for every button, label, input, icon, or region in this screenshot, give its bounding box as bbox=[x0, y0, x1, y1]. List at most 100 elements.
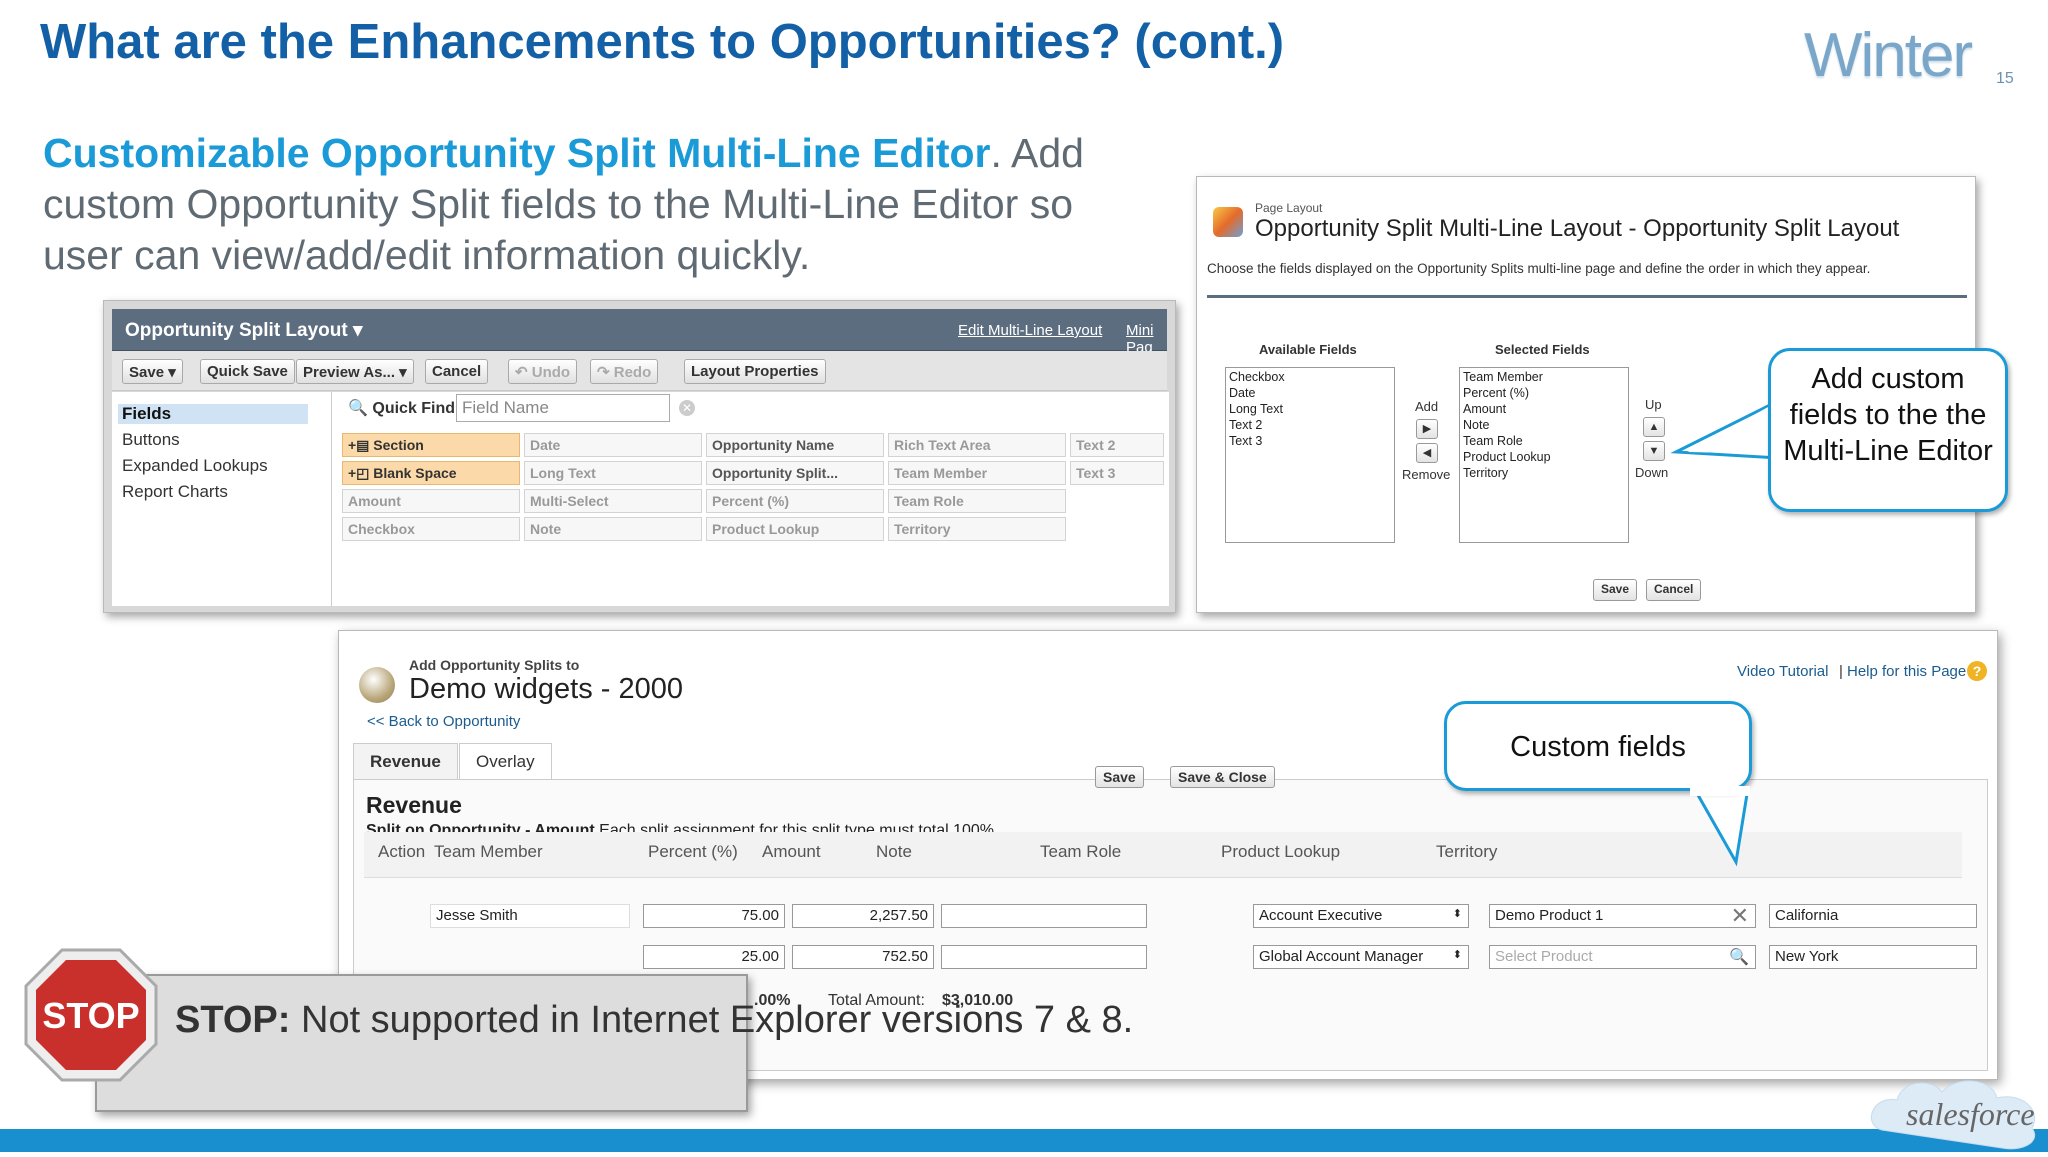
list-item[interactable]: Amount bbox=[1463, 401, 1625, 417]
palette-field[interactable]: Note bbox=[524, 517, 702, 541]
list-item[interactable]: Note bbox=[1463, 417, 1625, 433]
add-arrow-icon[interactable]: ▶ bbox=[1416, 419, 1438, 439]
list-item[interactable]: Text 2 bbox=[1229, 417, 1391, 433]
palette-field[interactable]: Product Lookup bbox=[706, 517, 884, 541]
tab-overlay[interactable]: Overlay bbox=[459, 743, 552, 779]
save-button[interactable]: Save ▾ bbox=[122, 359, 183, 384]
video-tutorial-link[interactable]: Video Tutorial bbox=[1737, 663, 1828, 680]
select-arrow-icon: ⬍ bbox=[1452, 908, 1462, 920]
page-label: Page Layout bbox=[1255, 201, 1323, 215]
team-role-select[interactable]: Account Executive ⬍ bbox=[1253, 904, 1469, 928]
footer-bar bbox=[0, 1129, 2048, 1152]
team-member-field[interactable]: Jesse Smith bbox=[430, 904, 630, 928]
list-item[interactable]: Team Role bbox=[1463, 433, 1625, 449]
column-header: Percent (%) bbox=[648, 842, 738, 861]
custom-fields-callout: Custom fields bbox=[1444, 701, 1752, 791]
down-arrow-icon[interactable]: ▼ bbox=[1643, 441, 1665, 461]
clear-icon[interactable]: ✕ bbox=[1731, 905, 1749, 927]
product-lookup-field[interactable]: Select Product 🔍 bbox=[1489, 945, 1756, 969]
available-fields-list[interactable]: Checkbox Date Long Text Text 2 Text 3 bbox=[1225, 367, 1395, 543]
edit-multiline-link[interactable]: Edit Multi-Line Layout bbox=[958, 322, 1102, 339]
sidebar-item-expanded-lookups[interactable]: Expanded Lookups bbox=[122, 456, 268, 476]
list-item[interactable]: Team Member bbox=[1463, 369, 1625, 385]
percent-field[interactable]: 75.00 bbox=[643, 904, 785, 928]
list-item[interactable]: Long Text bbox=[1229, 401, 1391, 417]
search-icon[interactable]: 🔍 bbox=[1729, 947, 1749, 967]
territory-field[interactable]: New York bbox=[1769, 945, 1977, 969]
list-item[interactable]: Text 3 bbox=[1229, 433, 1391, 449]
select-arrow-icon: ⬍ bbox=[1452, 949, 1462, 961]
help-icon[interactable]: ? bbox=[1967, 661, 1987, 681]
save-close-button[interactable]: Save & Close bbox=[1170, 766, 1275, 788]
intro-highlight: Customizable Opportunity Split Multi-Lin… bbox=[43, 130, 991, 176]
dialog-save-button[interactable]: Save bbox=[1593, 579, 1638, 601]
list-item[interactable]: Date bbox=[1229, 385, 1391, 401]
layout-properties-button[interactable]: Layout Properties bbox=[684, 359, 826, 384]
palette-field[interactable]: +◰ Blank Space bbox=[342, 461, 520, 485]
undo-button[interactable]: ↶ Undo bbox=[508, 359, 578, 384]
quick-find-input[interactable]: Field Name bbox=[456, 394, 670, 422]
add-custom-fields-callout: Add custom fields to the the Multi-Line … bbox=[1768, 348, 2008, 512]
sidebar-item-report-charts[interactable]: Report Charts bbox=[122, 482, 228, 502]
amount-field[interactable]: 752.50 bbox=[792, 945, 934, 969]
cancel-button[interactable]: Cancel bbox=[425, 359, 489, 384]
list-item[interactable]: Territory bbox=[1463, 465, 1625, 481]
redo-button[interactable]: ↷ Redo bbox=[590, 359, 659, 384]
palette-field[interactable]: Text 2 bbox=[1070, 433, 1164, 457]
down-label: Down bbox=[1635, 465, 1669, 480]
page-layout-icon bbox=[1213, 207, 1243, 237]
palette-field[interactable]: Text 3 bbox=[1070, 461, 1164, 485]
layout-toolbar: Save ▾ Quick Save Preview As... ▾ Cancel… bbox=[112, 351, 1167, 391]
amount-field[interactable]: 2,257.50 bbox=[792, 904, 934, 928]
back-to-opportunity-link[interactable]: << Back to Opportunity bbox=[367, 713, 520, 730]
palette-field[interactable]: Percent (%) bbox=[706, 489, 884, 513]
layout-editor-screenshot: Opportunity Split Layout ▾ Edit Multi-Li… bbox=[103, 300, 1176, 613]
percent-field[interactable]: 25.00 bbox=[643, 945, 785, 969]
palette-field[interactable]: Multi-Select bbox=[524, 489, 702, 513]
palette-field[interactable]: Team Role bbox=[888, 489, 1066, 513]
note-field[interactable] bbox=[941, 904, 1147, 928]
palette-field[interactable]: Opportunity Split... bbox=[706, 461, 884, 485]
list-item[interactable]: Product Lookup bbox=[1463, 449, 1625, 465]
intro-text: Customizable Opportunity Split Multi-Lin… bbox=[43, 128, 1153, 281]
tab-revenue[interactable]: Revenue bbox=[353, 743, 458, 779]
palette-field[interactable]: Opportunity Name bbox=[706, 433, 884, 457]
list-item[interactable]: Checkbox bbox=[1229, 369, 1391, 385]
palette-field[interactable]: Checkbox bbox=[342, 517, 520, 541]
palette-field[interactable]: Long Text bbox=[524, 461, 702, 485]
splits-save-button[interactable]: Save bbox=[1095, 766, 1144, 788]
clear-icon[interactable]: ✕ bbox=[679, 400, 695, 416]
palette-field[interactable]: Territory bbox=[888, 517, 1066, 541]
stop-message: STOP: Not supported in Internet Explorer… bbox=[175, 999, 1134, 1041]
field-palette: 🔍 Quick Find Field Name ✕ +▤ Section +◰ … bbox=[342, 392, 1169, 606]
product-lookup-field[interactable]: Demo Product 1 ✕ bbox=[1489, 904, 1756, 928]
palette-field[interactable]: Date bbox=[524, 433, 702, 457]
note-field[interactable] bbox=[941, 945, 1147, 969]
palette-field[interactable]: Amount bbox=[342, 489, 520, 513]
remove-arrow-icon[interactable]: ◀ bbox=[1416, 443, 1438, 463]
selected-fields-label: Selected Fields bbox=[1495, 342, 1590, 357]
layout-title[interactable]: Opportunity Split Layout ▾ bbox=[125, 319, 363, 342]
up-arrow-icon[interactable]: ▲ bbox=[1643, 417, 1665, 437]
palette-field[interactable]: Rich Text Area bbox=[888, 433, 1066, 457]
selected-fields-list[interactable]: Team Member Percent (%) Amount Note Team… bbox=[1459, 367, 1629, 543]
sidebar-item-buttons[interactable]: Buttons bbox=[122, 430, 180, 450]
salesforce-logo: salesforce bbox=[1862, 1070, 2048, 1152]
help-page-link[interactable]: Help for this Page bbox=[1847, 663, 1966, 680]
column-header: Action bbox=[378, 842, 426, 861]
column-header: Team Member bbox=[434, 842, 543, 861]
palette-field[interactable]: Team Member bbox=[888, 461, 1066, 485]
column-header: Note bbox=[876, 842, 912, 861]
team-role-select[interactable]: Global Account Manager ⬍ bbox=[1253, 945, 1469, 969]
column-header: Team Role bbox=[1040, 842, 1122, 861]
sidebar-item-fields[interactable]: Fields bbox=[118, 404, 308, 424]
territory-field[interactable]: California bbox=[1769, 904, 1977, 928]
palette-sidebar: Fields Buttons Expanded Lookups Report C… bbox=[112, 392, 332, 606]
list-item[interactable]: Percent (%) bbox=[1463, 385, 1625, 401]
palette-field[interactable]: +▤ Section bbox=[342, 433, 520, 457]
preview-as-button[interactable]: Preview As... ▾ bbox=[296, 359, 414, 384]
column-header: Product Lookup bbox=[1221, 842, 1341, 861]
quick-save-button[interactable]: Quick Save bbox=[200, 359, 295, 384]
dialog-cancel-button[interactable]: Cancel bbox=[1646, 579, 1702, 601]
column-header: Territory bbox=[1436, 842, 1498, 861]
